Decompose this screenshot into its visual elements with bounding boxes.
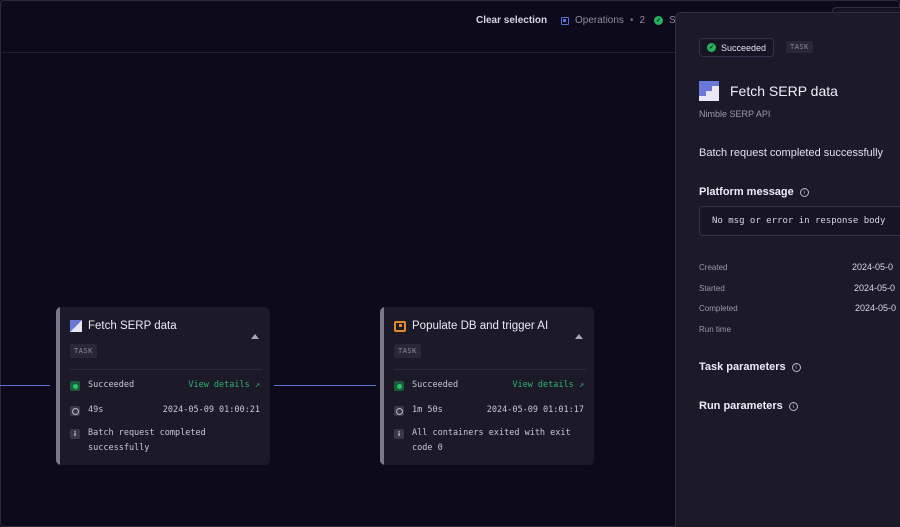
- task-parameters-label: Task parameters: [699, 361, 786, 373]
- run-parameters-heading[interactable]: Run parameters i: [699, 400, 798, 412]
- node-timestamp: 2024-05-09 01:01:17: [486, 405, 584, 415]
- platform-message-label: Platform message: [699, 186, 794, 198]
- info-icon: i: [394, 429, 404, 439]
- node-populate-db[interactable]: Populate DB and trigger AI TASK Succeede…: [380, 307, 594, 465]
- platform-message-box: No msg or error in response body: [699, 206, 900, 236]
- succeeded-icon: [70, 381, 80, 391]
- clock-icon: [70, 406, 80, 416]
- node-title: Fetch SERP data: [88, 320, 177, 332]
- status-badge: ✓ Succeeded: [699, 38, 775, 57]
- runtime-label: Run time: [699, 325, 732, 334]
- node-timestamp: 2024-05-09 01:00:21: [162, 405, 260, 415]
- panel-subtitle: Nimble SERP API: [699, 109, 771, 119]
- operations-separator: •: [629, 15, 634, 26]
- run-parameters-label: Run parameters: [699, 400, 783, 412]
- node-duration: 1m 50s: [412, 405, 443, 415]
- clear-selection-button[interactable]: Clear selection: [476, 15, 547, 26]
- info-icon[interactable]: i: [799, 187, 809, 197]
- node-type-tag: TASK: [70, 344, 97, 358]
- task-parameters-heading[interactable]: Task parameters i: [699, 361, 801, 373]
- view-details-link[interactable]: View details ↗: [512, 380, 584, 390]
- node-status-bar: [56, 307, 60, 465]
- collapse-caret-icon[interactable]: [251, 334, 259, 339]
- node-status-row: Succeeded View details ↗: [70, 380, 260, 391]
- node-status: Succeeded: [412, 380, 459, 390]
- details-panel: ✓ Succeeded TASK Fetch SERP data Nimble …: [675, 12, 900, 527]
- database-logo-icon: [394, 320, 406, 332]
- operations-label: Operations: [575, 15, 624, 26]
- edge-fetch-to-populate: [274, 385, 376, 386]
- operations-icon: [561, 16, 569, 25]
- node-divider: [394, 369, 586, 370]
- node-divider: [70, 369, 262, 370]
- collapse-caret-icon[interactable]: [575, 334, 583, 339]
- created-label: Created: [699, 263, 728, 272]
- node-message-row: i Batch request completed successfully: [70, 426, 260, 456]
- clock-icon: [394, 406, 404, 416]
- node-status-bar: [380, 307, 384, 465]
- panel-title: Fetch SERP data: [730, 83, 838, 99]
- started-label: Started: [699, 284, 725, 293]
- node-status: Succeeded: [88, 380, 135, 390]
- info-icon[interactable]: i: [791, 362, 801, 372]
- node-message: All containers exited with exit code 0: [412, 428, 571, 453]
- serp-logo-icon: [699, 81, 719, 101]
- succeeded-icon: [394, 381, 404, 391]
- node-message-row: i All containers exited with exit code 0: [394, 426, 584, 456]
- node-duration: 49s: [88, 405, 104, 415]
- panel-type-tag: TASK: [786, 41, 813, 53]
- node-header: Fetch SERP data: [70, 320, 177, 332]
- started-value: 2024-05-0: [854, 283, 896, 293]
- node-time-row: 49s 2024-05-09 01:00:21: [70, 405, 260, 416]
- info-icon[interactable]: i: [788, 401, 798, 411]
- success-icon: ✓: [707, 43, 716, 52]
- serp-logo-icon: [70, 320, 82, 332]
- node-status-row: Succeeded View details ↗: [394, 380, 584, 391]
- status-filter[interactable]: ✓ S: [654, 15, 676, 26]
- view-details-link[interactable]: View details ↗: [188, 380, 260, 390]
- operations-count: 2: [639, 15, 645, 26]
- node-title: Populate DB and trigger AI: [412, 320, 549, 332]
- info-icon: i: [70, 429, 80, 439]
- operations-filter[interactable]: Operations • 2: [561, 15, 645, 26]
- node-fetch-serp-data[interactable]: Fetch SERP data TASK Succeeded View deta…: [56, 307, 270, 465]
- completed-label: Completed: [699, 304, 738, 313]
- success-icon: ✓: [654, 16, 663, 25]
- node-type-tag: TASK: [394, 344, 421, 358]
- created-value: 2024-05-0: [852, 262, 894, 272]
- panel-status-message: Batch request completed successfully: [699, 147, 884, 159]
- completed-value: 2024-05-0: [855, 303, 897, 313]
- node-message: Batch request completed successfully: [88, 428, 206, 453]
- node-header: Populate DB and trigger AI: [394, 320, 548, 332]
- edge-incoming: [0, 385, 50, 386]
- status-badge-label: Succeeded: [721, 42, 767, 53]
- node-time-row: 1m 50s 2024-05-09 01:01:17: [394, 405, 584, 416]
- platform-message-heading: Platform message i: [699, 186, 809, 198]
